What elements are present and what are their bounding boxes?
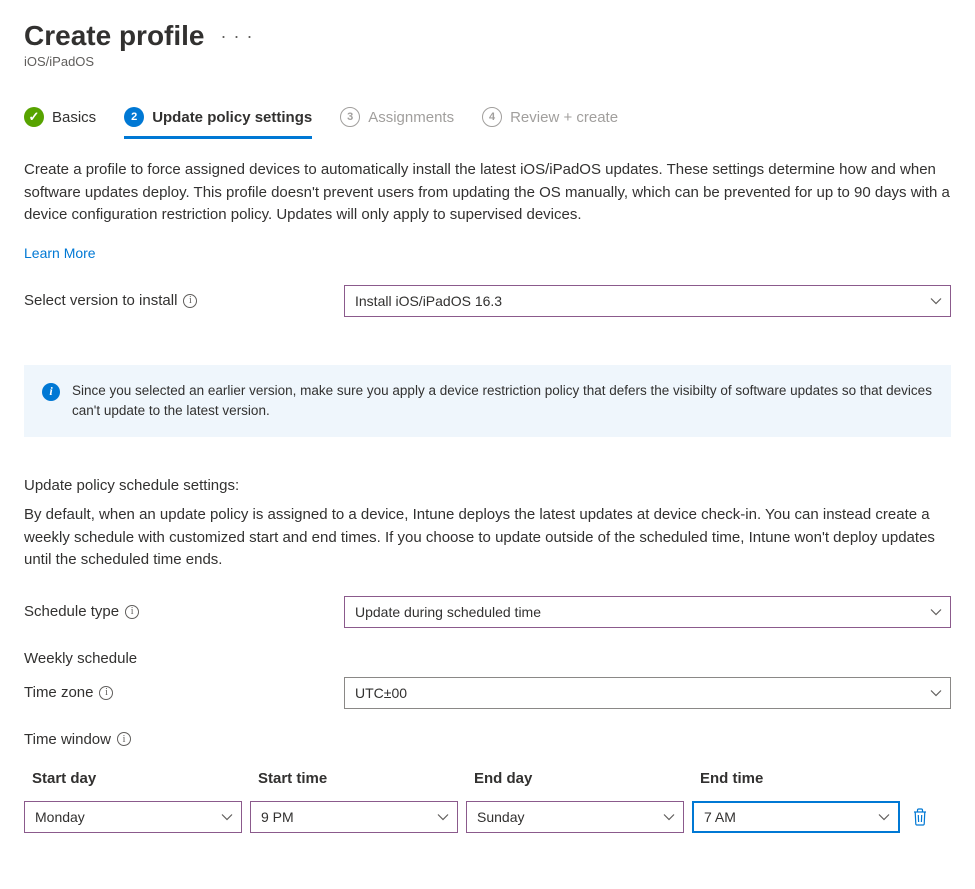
col-end-time: End time (700, 770, 908, 787)
banner-text: Since you selected an earlier version, m… (72, 381, 933, 422)
step-label: Basics (52, 109, 96, 126)
info-icon[interactable]: i (183, 294, 197, 308)
step-label: Update policy settings (152, 109, 312, 126)
start-day-value: Monday (35, 809, 85, 825)
timezone-label: Time zone (24, 684, 93, 701)
chevron-down-icon (930, 689, 942, 697)
check-icon: ✓ (24, 107, 44, 127)
step-number-icon: 2 (124, 107, 144, 127)
time-window-label: Time window (24, 731, 111, 748)
delete-row-icon[interactable] (910, 807, 930, 827)
step-review-create[interactable]: 4 Review + create (482, 107, 618, 137)
timezone-select[interactable]: UTC±00 (344, 677, 951, 709)
info-icon[interactable]: i (117, 732, 131, 746)
col-end-day: End day (474, 770, 692, 787)
version-label: Select version to install (24, 292, 177, 309)
schedule-heading: Update policy schedule settings: (24, 477, 951, 494)
page-title: Create profile (24, 20, 205, 52)
end-time-value: 7 AM (704, 809, 736, 825)
info-icon[interactable]: i (99, 686, 113, 700)
wizard-steps: ✓ Basics 2 Update policy settings 3 Assi… (24, 107, 951, 137)
chevron-down-icon (221, 813, 233, 821)
info-icon[interactable]: i (125, 605, 139, 619)
page-description: Create a profile to force assigned devic… (24, 159, 951, 227)
step-number-icon: 3 (340, 107, 360, 127)
time-window-table: Start day Start time End day End time Mo… (24, 770, 951, 833)
end-day-value: Sunday (477, 809, 524, 825)
start-time-select[interactable]: 9 PM (250, 801, 458, 833)
info-badge-icon: i (42, 383, 60, 401)
step-assignments[interactable]: 3 Assignments (340, 107, 454, 137)
step-label: Review + create (510, 109, 618, 126)
time-window-row: Monday 9 PM Sunday (24, 801, 951, 833)
version-select-value: Install iOS/iPadOS 16.3 (355, 293, 502, 309)
step-update-policy-settings[interactable]: 2 Update policy settings (124, 107, 312, 137)
page-subtitle: iOS/iPadOS (24, 54, 951, 69)
chevron-down-icon (878, 813, 890, 821)
end-time-select[interactable]: 7 AM (692, 801, 900, 833)
start-time-value: 9 PM (261, 809, 294, 825)
version-select[interactable]: Install iOS/iPadOS 16.3 (344, 285, 951, 317)
chevron-down-icon (930, 297, 942, 305)
end-day-select[interactable]: Sunday (466, 801, 684, 833)
schedule-type-value: Update during scheduled time (355, 604, 541, 620)
schedule-description: By default, when an update policy is ass… (24, 504, 951, 572)
timezone-value: UTC±00 (355, 685, 407, 701)
step-number-icon: 4 (482, 107, 502, 127)
step-basics[interactable]: ✓ Basics (24, 107, 96, 137)
schedule-type-select[interactable]: Update during scheduled time (344, 596, 951, 628)
col-start-time: Start time (258, 770, 466, 787)
step-label: Assignments (368, 109, 454, 126)
learn-more-link[interactable]: Learn More (24, 245, 96, 261)
start-day-select[interactable]: Monday (24, 801, 242, 833)
chevron-down-icon (930, 608, 942, 616)
col-start-day: Start day (32, 770, 250, 787)
chevron-down-icon (437, 813, 449, 821)
info-banner: i Since you selected an earlier version,… (24, 365, 951, 438)
chevron-down-icon (663, 813, 675, 821)
weekly-schedule-heading: Weekly schedule (24, 650, 951, 667)
schedule-type-label: Schedule type (24, 603, 119, 620)
more-icon[interactable]: · · · (221, 26, 254, 47)
